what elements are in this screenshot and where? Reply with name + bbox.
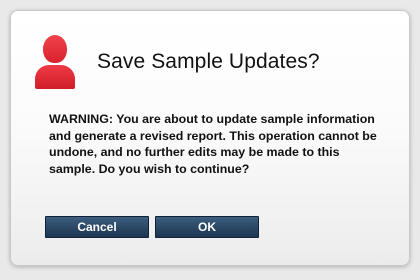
dialog-buttons: Cancel OK xyxy=(45,216,259,238)
dialog-header: Save Sample Updates? xyxy=(35,35,320,89)
user-icon-head xyxy=(43,35,67,63)
user-icon xyxy=(35,35,75,89)
ok-button[interactable]: OK xyxy=(155,216,259,238)
user-icon-body xyxy=(35,65,75,89)
cancel-button[interactable]: Cancel xyxy=(45,216,149,238)
warning-message: WARNING: You are about to update sample … xyxy=(49,112,377,176)
save-sample-dialog: Save Sample Updates? WARNING: You are ab… xyxy=(10,10,410,266)
dialog-title: Save Sample Updates? xyxy=(97,50,320,73)
